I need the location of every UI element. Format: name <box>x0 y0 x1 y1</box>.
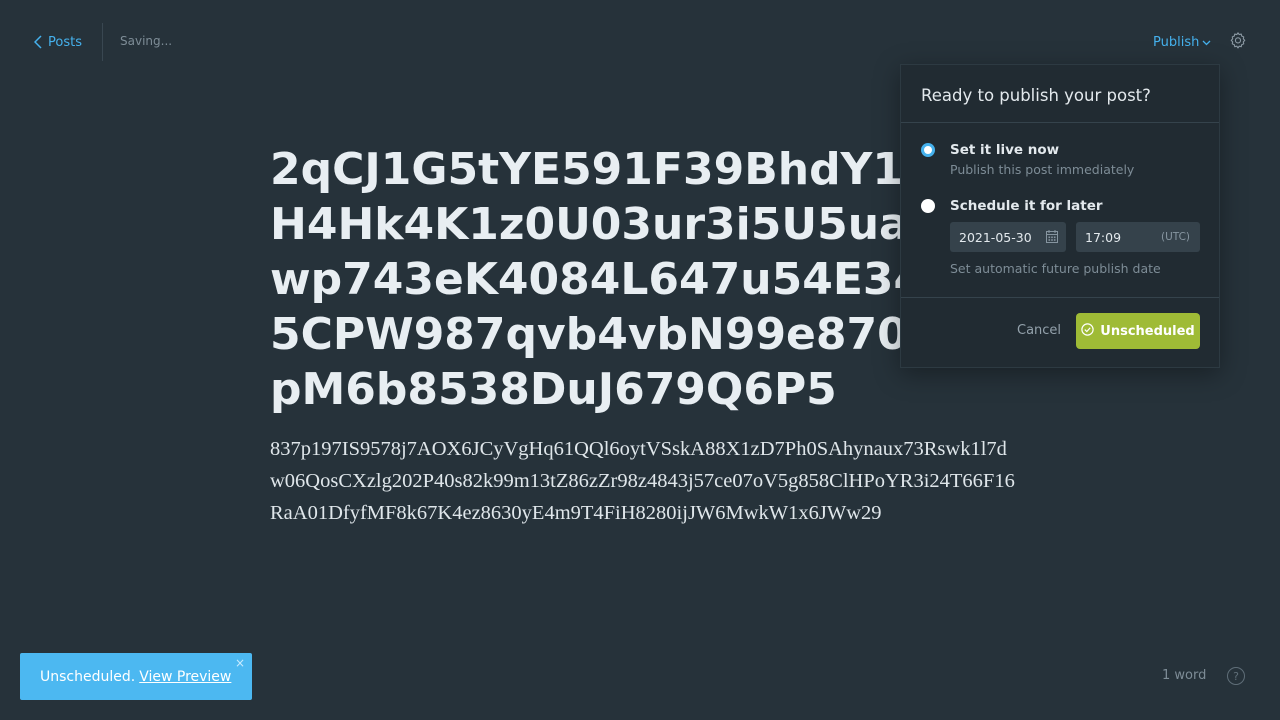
schedule-date-field[interactable]: 2021-05-30 <box>950 222 1066 252</box>
gear-icon <box>1229 31 1247 53</box>
publish-now-label[interactable]: Set it live now <box>950 142 1059 158</box>
notification-toast: Unscheduled. View Preview × <box>20 653 252 700</box>
header-divider <box>102 23 103 61</box>
close-icon[interactable]: × <box>235 656 245 670</box>
help-icon[interactable]: ? <box>1227 667 1245 685</box>
schedule-later-description: Set automatic future publish date <box>950 261 1161 276</box>
publish-trigger-label: Publish <box>1153 34 1200 50</box>
schedule-time-value: 17:09 <box>1085 229 1122 245</box>
popover-divider <box>901 122 1219 123</box>
schedule-date-value: 2021-05-30 <box>959 229 1032 245</box>
save-status: Saving... <box>120 34 173 48</box>
post-body-line: 837p197IS9578j7AOX6JCyVgHq61QQl6oytVSskA… <box>270 438 1007 460</box>
timezone-label: (UTC) <box>1160 231 1190 243</box>
post-title-line: pM6b8538DuJ679Q6P5 <box>270 364 837 415</box>
post-body-line: w06QosCXzlg202P40s82k99m13tZ86zZr98z4843… <box>270 470 1015 492</box>
toast-message: Unscheduled. <box>40 668 136 685</box>
view-preview-link[interactable]: View Preview <box>139 669 231 685</box>
publish-now-radio[interactable] <box>921 143 935 157</box>
popover-divider <box>901 297 1219 298</box>
post-body[interactable]: 837p197IS9578j7AOX6JCyVgHq61QQl6oytVSskA… <box>270 433 1030 529</box>
publish-now-description: Publish this post immediately <box>950 162 1135 177</box>
word-count: 1 word <box>1162 668 1207 683</box>
post-body-line: RaA01DfyfMF8k67K4ez8630yE4m9T4FiH8280ijJ… <box>270 502 882 524</box>
schedule-later-label[interactable]: Schedule it for later <box>950 198 1103 214</box>
settings-button[interactable] <box>1227 31 1249 53</box>
chevron-left-icon <box>34 35 42 49</box>
publish-popover: Ready to publish your post? Set it live … <box>900 64 1220 368</box>
editor-page: Posts Saving... Publish 2qCJ1G5tYE591F39… <box>0 0 1280 720</box>
schedule-later-radio[interactable] <box>921 199 935 213</box>
back-to-posts-link[interactable]: Posts <box>34 33 82 51</box>
cancel-button[interactable]: Cancel <box>1017 323 1061 338</box>
unscheduled-button[interactable]: Unscheduled <box>1076 313 1200 349</box>
schedule-time-field[interactable]: 17:09 (UTC) <box>1076 222 1200 252</box>
chevron-down-icon <box>1202 35 1211 50</box>
back-link-label: Posts <box>48 34 82 50</box>
unscheduled-button-label: Unscheduled <box>1100 323 1195 339</box>
calendar-icon <box>1046 230 1058 246</box>
check-circle-icon <box>1081 322 1094 340</box>
publish-popover-title: Ready to publish your post? <box>921 86 1151 105</box>
publish-menu-trigger[interactable]: Publish <box>1153 33 1211 51</box>
